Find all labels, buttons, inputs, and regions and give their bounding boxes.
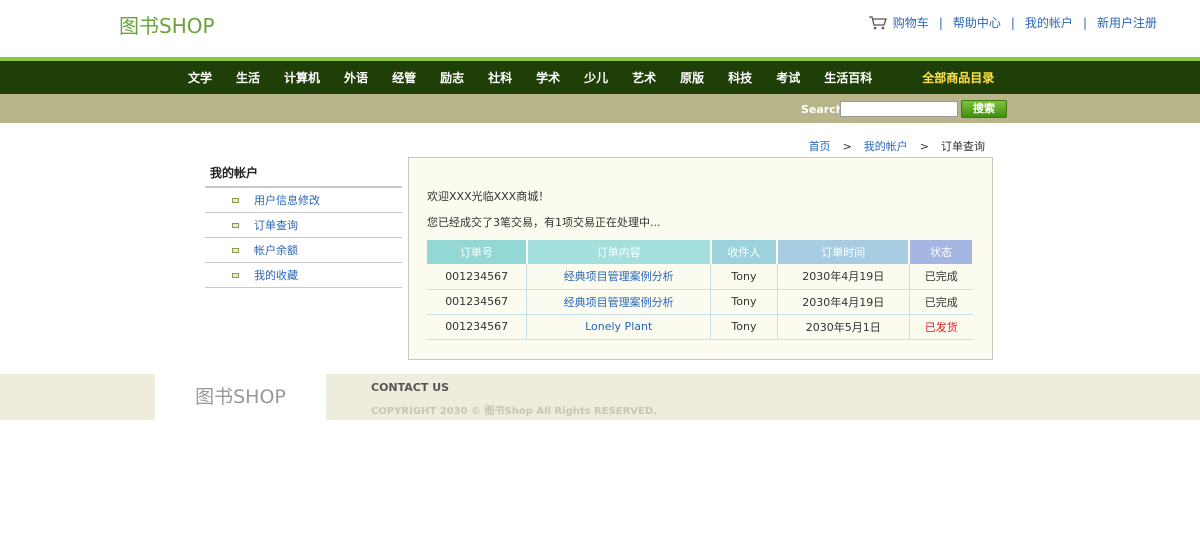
orders-table: 订单号 订单内容 收件人 订单时间 状态 001234567 经典项目管理案例分… [427, 240, 974, 340]
order-id: 001234567 [427, 289, 528, 315]
sidebar-title: 我的帐户 [205, 158, 402, 188]
col-content: 订单内容 [526, 240, 712, 264]
breadcrumb-home[interactable]: 首页 [809, 138, 831, 154]
separator: | [938, 15, 943, 30]
sidebar-item-edit-profile[interactable]: 用户信息修改 [205, 188, 402, 213]
nav-item-academic[interactable]: 学术 [536, 69, 560, 86]
category-nav: 文学 生活 计算机 外语 经管 励志 社科 学术 少儿 艺术 原版 科技 考试 … [0, 61, 1200, 94]
order-status: 已完成 [909, 264, 973, 290]
order-content-link[interactable]: Lonely Plant [585, 320, 652, 333]
nav-item-encyclopedia[interactable]: 生活百科 [824, 69, 872, 86]
my-account-link[interactable]: 我的帐户 [1025, 14, 1073, 31]
help-center-link[interactable]: 帮助中心 [953, 14, 1001, 31]
sidebar-item-label: 订单查询 [254, 219, 298, 232]
sidebar-item-balance[interactable]: 帐户余额 [205, 238, 402, 263]
bullet-icon [232, 222, 239, 228]
breadcrumb-account[interactable]: 我的帐户 [864, 138, 908, 154]
order-date: 2030年5月1日 [777, 314, 910, 340]
transaction-summary: 您已经成交了3笔交易，有1项交易正在处理中... [427, 216, 661, 229]
order-content-cell: 经典项目管理案例分析 [526, 289, 711, 315]
order-recipient: Tony [710, 289, 778, 315]
order-date: 2030年4月19日 [777, 264, 910, 290]
table-row: 001234567 经典项目管理案例分析 Tony 2030年4月19日 已完成 [427, 289, 973, 315]
search-label: Search [801, 103, 844, 116]
sidebar-item-label: 用户信息修改 [254, 194, 320, 207]
col-recipient: 收件人 [710, 240, 779, 264]
nav-item-foreign-language[interactable]: 外语 [344, 69, 368, 86]
sidebar-item-label: 帐户余额 [254, 244, 298, 257]
bullet-icon [232, 272, 239, 278]
order-id: 001234567 [427, 314, 528, 340]
table-header-row: 订单号 订单内容 收件人 订单时间 状态 [427, 240, 974, 264]
nav-item-inspirational[interactable]: 励志 [440, 69, 464, 86]
sidebar-item-label: 我的收藏 [254, 269, 298, 282]
register-link[interactable]: 新用户注册 [1097, 14, 1157, 31]
order-recipient: Tony [710, 264, 778, 290]
sidebar-item-favorites[interactable]: 我的收藏 [205, 263, 402, 288]
footer-logo: 图书SHOP [155, 374, 326, 420]
order-content-cell: Lonely Plant [526, 314, 711, 340]
search-bar: Search 搜索 [0, 94, 1200, 123]
order-content-cell: 经典项目管理案例分析 [526, 264, 711, 290]
sidebar-item-order-query[interactable]: 订单查询 [205, 213, 402, 238]
order-content-link[interactable]: 经典项目管理案例分析 [564, 270, 674, 283]
bullet-icon [232, 197, 239, 203]
order-id: 001234567 [427, 264, 528, 290]
copyright-text: COPYRIGHT 2030 © 图书Shop All Rights RESER… [371, 406, 657, 417]
cart-link[interactable]: 购物车 [893, 14, 929, 31]
nav-item-technology[interactable]: 科技 [728, 69, 752, 86]
breadcrumb-current: 订单查询 [941, 140, 985, 153]
search-input[interactable] [840, 101, 958, 117]
table-row: 001234567 经典项目管理案例分析 Tony 2030年4月19日 已完成 [427, 264, 973, 290]
separator: | [1082, 15, 1087, 30]
footer: 图书SHOP CONTACT US COPYRIGHT 2030 © 图书Sho… [0, 374, 1200, 420]
nav-item-exam[interactable]: 考试 [776, 69, 800, 86]
breadcrumb-arrow: > [919, 139, 929, 153]
breadcrumb: 首页 > 我的帐户 > 订单查询 [809, 138, 985, 154]
welcome-text: 欢迎XXX光临XXX商城！ [427, 190, 550, 203]
search-button[interactable]: 搜索 [961, 100, 1007, 118]
account-sidebar: 我的帐户 用户信息修改 订单查询 帐户余额 我的收藏 [205, 158, 402, 288]
order-content-link[interactable]: 经典项目管理案例分析 [564, 296, 674, 309]
nav-item-life[interactable]: 生活 [236, 69, 260, 86]
order-date: 2030年4月19日 [777, 289, 910, 315]
nav-item-social-science[interactable]: 社科 [488, 69, 512, 86]
contact-us-link[interactable]: CONTACT US [371, 381, 449, 394]
top-links: 购物车 | 帮助中心 | 我的帐户 | 新用户注册 [868, 14, 1157, 31]
separator: | [1010, 15, 1015, 30]
order-recipient: Tony [710, 314, 778, 340]
order-status: 已发货 [909, 314, 973, 340]
nav-item-computer[interactable]: 计算机 [284, 69, 320, 86]
col-status: 状态 [909, 240, 974, 264]
nav-item-literature[interactable]: 文学 [188, 69, 212, 86]
order-status: 已完成 [909, 289, 973, 315]
order-panel: 欢迎XXX光临XXX商城！ 您已经成交了3笔交易，有1项交易正在处理中... 订… [408, 157, 993, 360]
nav-item-children[interactable]: 少儿 [584, 69, 608, 86]
nav-item-all-catalog[interactable]: 全部商品目录 [922, 69, 994, 86]
table-row: 001234567 Lonely Plant Tony 2030年5月1日 已发… [427, 314, 973, 340]
site-logo[interactable]: 图书SHOP [119, 10, 215, 39]
top-header: 图书SHOP 购物车 | 帮助中心 | 我的帐户 | 新用户注册 [0, 0, 1200, 57]
col-order-id: 订单号 [427, 240, 528, 264]
nav-item-management[interactable]: 经管 [392, 69, 416, 86]
nav-item-original[interactable]: 原版 [680, 69, 704, 86]
bullet-icon [232, 247, 239, 253]
nav-item-art[interactable]: 艺术 [632, 69, 656, 86]
breadcrumb-arrow: > [842, 139, 852, 153]
col-date: 订单时间 [777, 240, 911, 264]
shopping-cart-icon[interactable] [868, 15, 887, 30]
